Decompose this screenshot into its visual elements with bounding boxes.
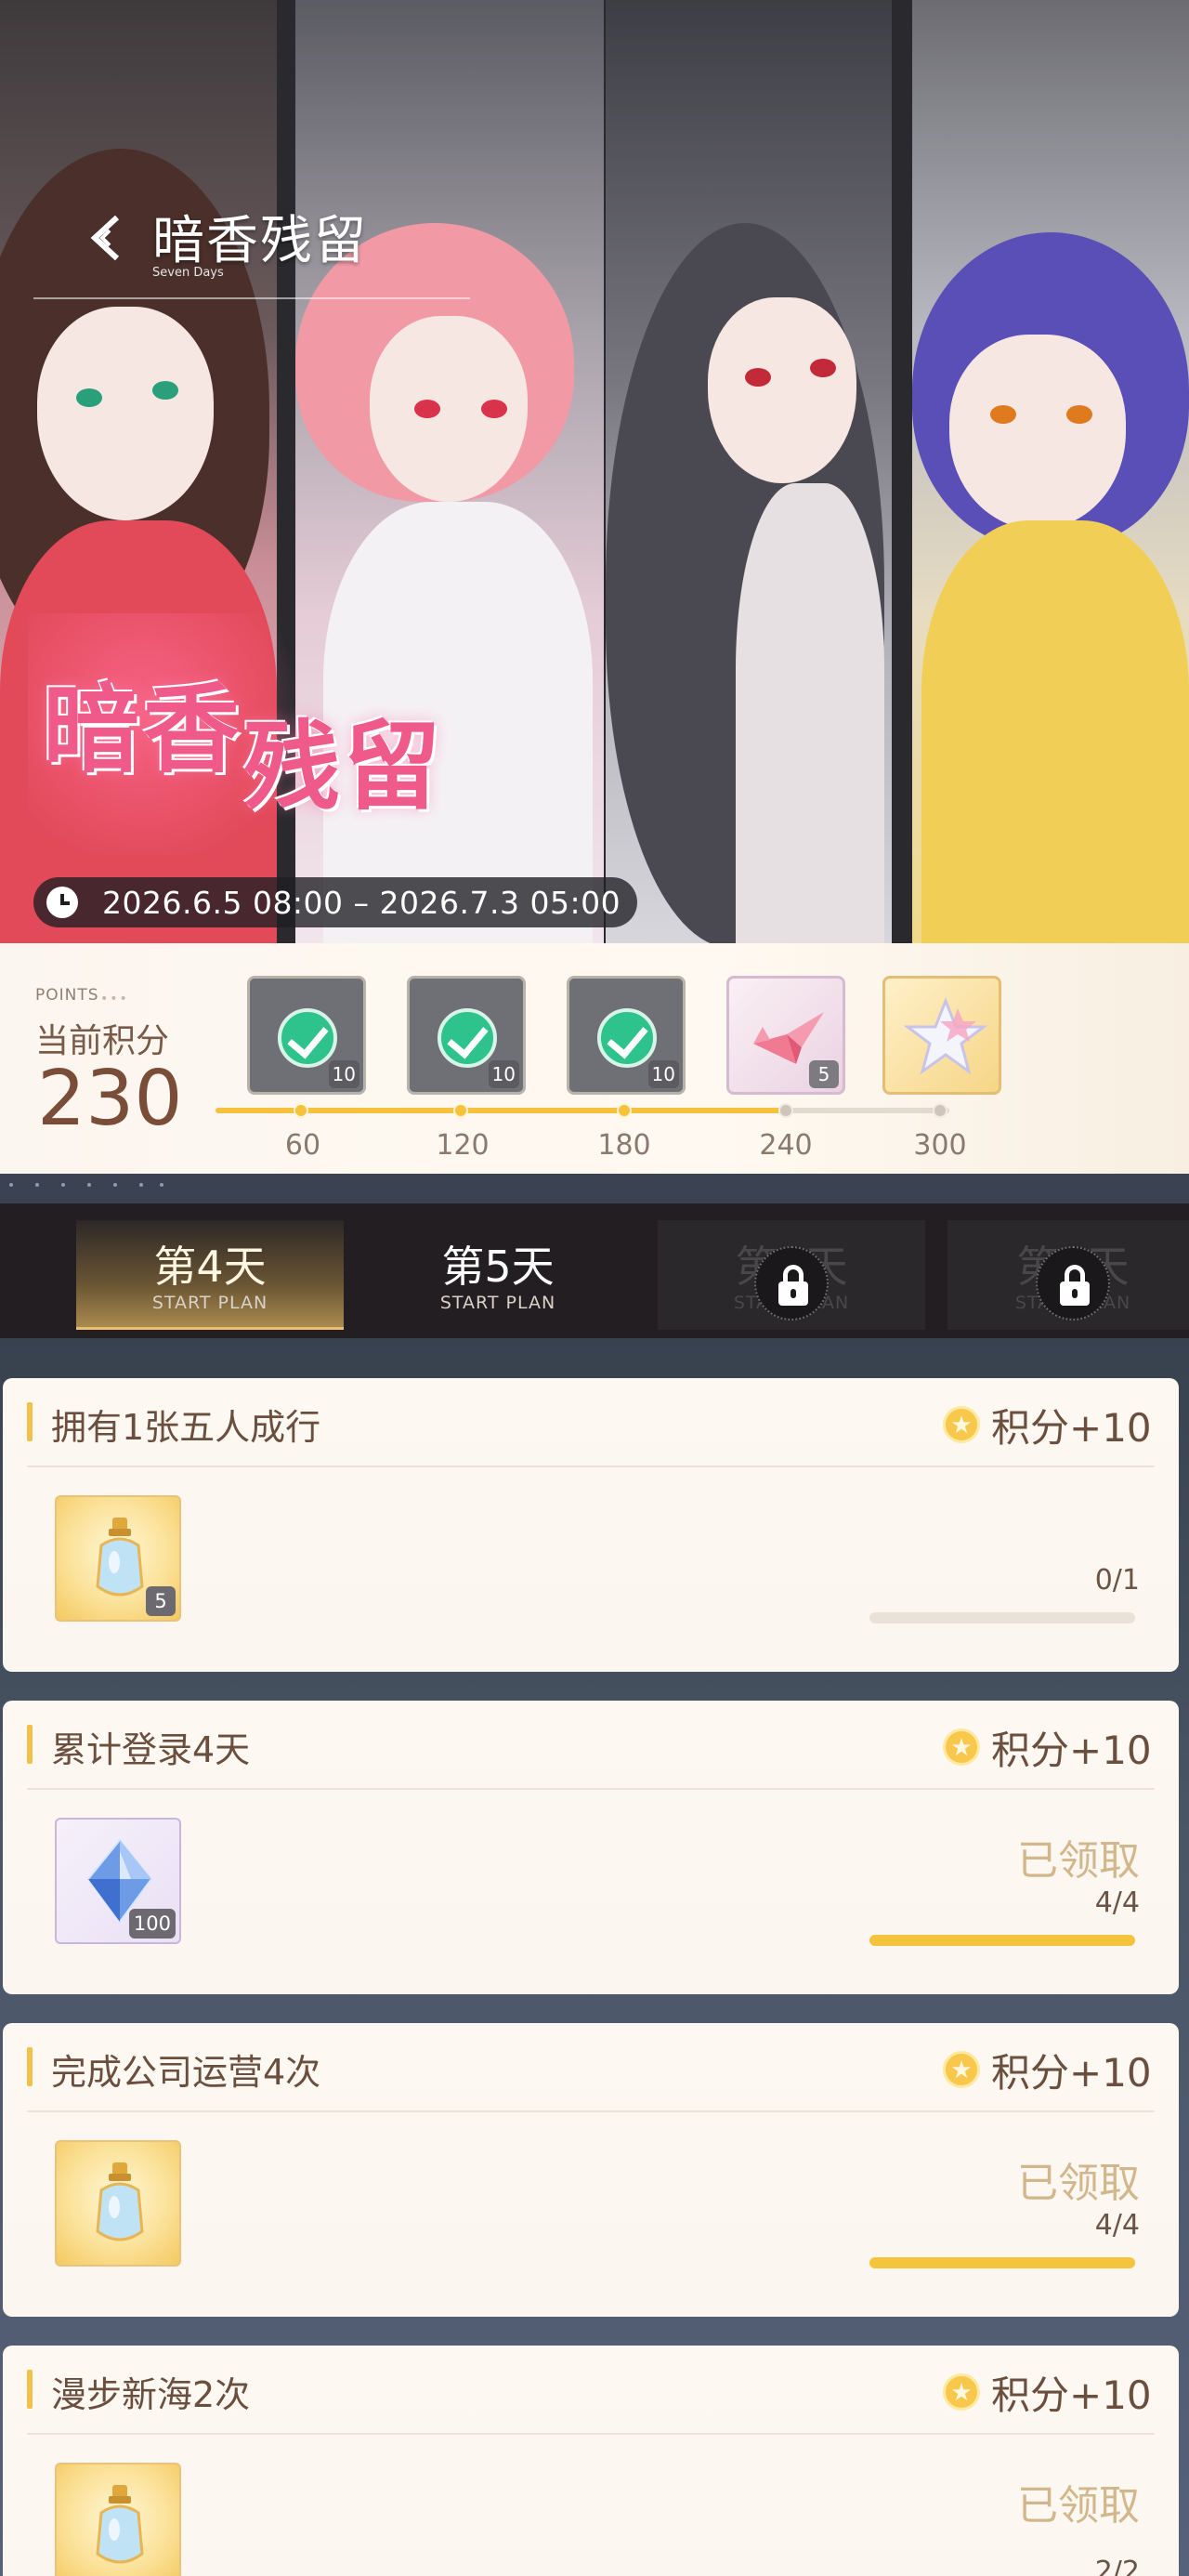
tab-day-7-locked[interactable]: 第7天 START PLAN bbox=[947, 1220, 1189, 1330]
perfume-bottle-icon bbox=[96, 2162, 144, 2241]
milestone-points: 240 bbox=[759, 1129, 813, 1162]
milestone-reward-60[interactable]: 10 bbox=[247, 976, 366, 1095]
claimed-check-icon bbox=[438, 1008, 497, 1068]
claimed-check-icon bbox=[278, 1008, 337, 1068]
milestone-points: 300 bbox=[913, 1129, 967, 1162]
tab-day-4[interactable]: 第4天 START PLAN bbox=[76, 1220, 344, 1330]
perfume-bottle-icon bbox=[96, 1518, 144, 1597]
task-progress-fill bbox=[869, 2257, 1135, 2268]
task-list: 拥有1张五人成行 积分+10 5 0/1 累计登录4天 积分+10 bbox=[0, 1338, 1189, 2576]
tab-subtitle: START PLAN bbox=[439, 1293, 556, 1313]
reward-count: 10 bbox=[328, 1060, 359, 1088]
item-count: 5 bbox=[146, 1586, 176, 1616]
tab-day-5[interactable]: 第5天 START PLAN bbox=[364, 1220, 632, 1330]
milestone-dot bbox=[778, 1103, 793, 1118]
reward-count: 10 bbox=[647, 1060, 679, 1088]
event-logo: 暗香残留 bbox=[43, 672, 445, 823]
decorative-dots bbox=[0, 1174, 1189, 1203]
reward-item[interactable] bbox=[55, 2140, 181, 2267]
milestone-reward-180[interactable]: 10 bbox=[567, 976, 686, 1095]
lock-icon bbox=[1036, 1246, 1110, 1321]
milestone-points: 180 bbox=[597, 1129, 651, 1162]
task-progress-track bbox=[869, 1612, 1135, 1623]
task-title: 漫步新海2次 bbox=[51, 2374, 251, 2415]
tab-subtitle: START PLAN bbox=[151, 1293, 268, 1313]
task-points: 积分+10 bbox=[991, 2050, 1152, 2096]
milestone-dot bbox=[294, 1103, 308, 1118]
task-points: 积分+10 bbox=[991, 1728, 1152, 1773]
task-title: 累计登录4天 bbox=[51, 1729, 251, 1770]
milestone-points: 120 bbox=[436, 1129, 490, 1162]
milestone-dot bbox=[617, 1103, 632, 1118]
claimed-status: 已领取 bbox=[1017, 2160, 1140, 2207]
lock-icon bbox=[754, 1246, 829, 1321]
points-star-icon bbox=[943, 2051, 980, 2088]
task-title: 完成公司运营4次 bbox=[51, 2052, 321, 2093]
task-card[interactable]: 累计登录4天 积分+10 100 已领取 4/4 bbox=[3, 1701, 1179, 1994]
task-card[interactable]: 完成公司运营4次 积分+10 已领取 4/4 bbox=[3, 2023, 1179, 2317]
reward-item[interactable]: 5 bbox=[55, 1495, 181, 1622]
page-title: 暗香残留 bbox=[152, 211, 368, 271]
milestone-points: 60 bbox=[284, 1129, 321, 1162]
task-progress-fill bbox=[869, 1935, 1135, 1946]
item-count: 100 bbox=[128, 1909, 176, 1939]
points-star-icon bbox=[943, 2373, 980, 2411]
clock-icon bbox=[46, 887, 78, 918]
reward-item[interactable] bbox=[55, 2463, 181, 2576]
claimed-check-icon bbox=[597, 1008, 657, 1068]
points-panel: POINTS ••• 当前积分 230 10 10 10 5 60 120 18… bbox=[0, 943, 1189, 1174]
date-range-text: 2026.6.5 08:00 – 2026.7.3 05:00 bbox=[102, 884, 621, 921]
milestone-dot bbox=[933, 1103, 947, 1118]
character-panel-4 bbox=[912, 0, 1189, 943]
points-dots: ••• bbox=[100, 992, 129, 1006]
reward-count: 5 bbox=[809, 1060, 839, 1088]
milestone-dot bbox=[453, 1103, 468, 1118]
claimed-status: 已领取 bbox=[1017, 1837, 1140, 1885]
event-banner: 暗香残留 Seven Days 暗香残留 2026.6.5 08:00 – 20… bbox=[0, 0, 1189, 943]
task-progress-text: 2/2 bbox=[1094, 2556, 1140, 2576]
task-card[interactable]: 拥有1张五人成行 积分+10 5 0/1 bbox=[3, 1378, 1179, 1672]
tab-title: 第4天 bbox=[153, 1242, 267, 1292]
milestone-reward-240[interactable]: 5 bbox=[726, 976, 845, 1095]
perfume-bottle-icon bbox=[96, 2485, 144, 2564]
task-card[interactable]: 漫步新海2次 积分+10 已领取 2/2 bbox=[3, 2346, 1179, 2576]
event-date-range: 2026.6.5 08:00 – 2026.7.3 05:00 bbox=[33, 877, 637, 927]
points-label: POINTS bbox=[35, 986, 99, 1005]
task-progress-text: 0/1 bbox=[1094, 1564, 1140, 1597]
current-points-value: 230 bbox=[37, 1055, 183, 1143]
milestone-reward-120[interactable]: 10 bbox=[407, 976, 526, 1095]
day-tabs: 第4天 START PLAN 第5天 START PLAN 第6天 START … bbox=[0, 1203, 1189, 1338]
back-arrow-icon[interactable] bbox=[84, 210, 130, 266]
tab-day-6-locked[interactable]: 第6天 START PLAN bbox=[658, 1220, 925, 1330]
reward-item[interactable]: 100 bbox=[55, 1818, 181, 1944]
tab-title: 第5天 bbox=[441, 1242, 555, 1292]
claimed-status: 已领取 bbox=[1017, 2482, 1140, 2530]
milestone-reward-300[interactable] bbox=[882, 976, 1001, 1095]
character-panel-3 bbox=[606, 0, 892, 943]
task-progress-text: 4/4 bbox=[1094, 2209, 1140, 2241]
task-title: 拥有1张五人成行 bbox=[51, 1407, 321, 1448]
reward-count: 10 bbox=[488, 1060, 519, 1088]
task-points: 积分+10 bbox=[991, 2372, 1152, 2418]
title-underline bbox=[33, 297, 470, 299]
task-points: 积分+10 bbox=[991, 1405, 1152, 1451]
star-bundle-icon bbox=[904, 996, 987, 1075]
task-progress-text: 4/4 bbox=[1094, 1886, 1140, 1919]
points-star-icon bbox=[943, 1728, 980, 1766]
page-subtitle: Seven Days bbox=[152, 266, 224, 280]
points-star-icon bbox=[943, 1406, 980, 1443]
